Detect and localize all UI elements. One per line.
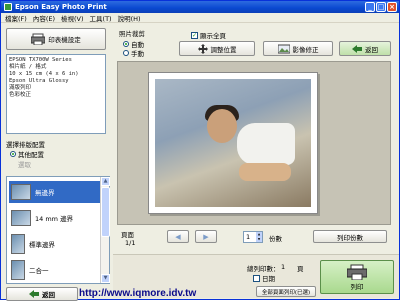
printer-setup-button[interactable]: 印表機設定 — [6, 28, 106, 50]
layout-item-borderless[interactable]: 無邊界 — [9, 181, 101, 203]
total-pages-label: 總列印數： — [247, 265, 280, 273]
photo-subject-face — [207, 109, 237, 143]
return-button[interactable]: 返回 — [339, 41, 391, 56]
radio-label: 其他配置 — [18, 151, 44, 159]
enhance-label: 影像修正 — [292, 45, 319, 54]
layout-item-label: 標準邊界 — [29, 241, 55, 249]
stepper-arrows-icon[interactable]: ▲ ▼ — [256, 232, 262, 242]
layout-thumbnail — [11, 210, 31, 226]
total-pages-unit: 頁 — [297, 265, 304, 273]
printer-icon — [31, 33, 46, 45]
back-arrow-icon — [29, 290, 39, 298]
copies-value: 1 — [246, 233, 251, 241]
back-label: 返回 — [42, 291, 55, 299]
scroll-up-icon[interactable]: ▲ — [101, 177, 110, 186]
close-button[interactable]: × — [387, 2, 397, 12]
copies-label: 份數 — [269, 235, 282, 243]
printer-icon — [347, 264, 367, 280]
layout-item-label: 14 mm 邊界 — [35, 215, 74, 223]
layout-scrollbar[interactable]: ▲ ▼ — [100, 177, 110, 283]
page-number: 1/1 — [125, 239, 136, 247]
radio-button[interactable] — [10, 151, 16, 157]
radio-label: 選取 — [18, 161, 31, 169]
return-label: 返回 — [365, 45, 378, 54]
layout-list: 無邊界 14 mm 邊界 標準邊界 二合一 ▲ ▼ — [6, 176, 110, 284]
date-checkbox-row[interactable]: 日期 — [253, 273, 275, 283]
layout-thumbnail — [11, 184, 31, 200]
layout-thumbnail — [11, 260, 25, 280]
date-checkbox[interactable] — [253, 274, 260, 282]
layout-item-14mm[interactable]: 14 mm 邊界 — [9, 207, 101, 229]
photo-enhance-icon — [277, 44, 290, 53]
fit-page-checkbox-row[interactable]: ✓ 顯示全頁 — [191, 30, 226, 40]
layout-item-label: 無邊界 — [35, 189, 55, 197]
total-pages-value: 1 — [281, 263, 286, 271]
printer-info-line: 滿版列印 — [9, 85, 32, 91]
next-page-button[interactable]: ▶ — [195, 230, 217, 243]
print-label: 列印 — [350, 282, 364, 291]
prev-page-button[interactable]: ◀ — [167, 230, 189, 243]
photo-image — [155, 79, 311, 207]
fit-page-checkbox[interactable]: ✓ — [191, 31, 198, 39]
layout-item-2up[interactable]: 二合一 — [9, 259, 101, 281]
return-arrow-icon — [352, 44, 362, 53]
page-label: 頁面 — [121, 231, 134, 239]
printer-info-line: Epson Ultra Glossy — [9, 78, 69, 84]
crop-label: 照片裁剪 — [119, 30, 145, 38]
printer-info-line: 10 x 15 cm (4 x 6 in) — [9, 71, 79, 77]
all-copies-label: 列印份數 — [337, 233, 363, 242]
copies-stepper[interactable]: 1 ▲ ▼ — [243, 231, 263, 243]
watermark-url: http://www.iqmore.idv.tw — [79, 288, 197, 299]
menu-edit[interactable]: 內容(E) — [33, 13, 55, 23]
layout-item-label: 二合一 — [29, 267, 49, 275]
scroll-thumb[interactable] — [101, 187, 110, 237]
layout-radio-select[interactable]: 選取 — [18, 159, 31, 169]
print-preview-area — [117, 61, 391, 225]
enhance-button[interactable]: 影像修正 — [263, 41, 333, 56]
maximize-button[interactable]: □ — [376, 2, 386, 12]
date-label: 日期 — [262, 275, 275, 283]
menu-tools[interactable]: 工具(T) — [90, 13, 112, 23]
app-window: Epson Easy Photo Print _ □ × 檔案(F) 內容(E)… — [0, 0, 400, 301]
print-all-pages-button[interactable]: 全部頁面列印(已選) — [256, 286, 316, 297]
print-button[interactable]: 列印 — [320, 260, 394, 294]
photo-subject-body — [237, 123, 295, 165]
crop-manual-radio[interactable]: 手動 — [123, 48, 144, 58]
layout-radio-other[interactable]: 其他配置 — [10, 149, 44, 159]
window-title: Epson Easy Photo Print — [15, 3, 107, 11]
back-button[interactable]: 返回 — [6, 287, 78, 301]
adjust-position-button[interactable]: 調整位置 — [179, 41, 255, 56]
photo-subject-leg — [239, 163, 291, 181]
left-panel: 印表機設定 EPSON TX700W Series 相片紙 / 格式 10 x … — [4, 26, 110, 301]
layout-thumbnail — [11, 234, 25, 254]
menu-view[interactable]: 檢視(V) — [61, 13, 84, 23]
printer-info-line: 色彩校正 — [9, 92, 32, 98]
printer-info-line: 相片紙 / 格式 — [9, 64, 47, 70]
printer-info-line: EPSON TX700W Series — [9, 57, 72, 63]
scroll-down-icon[interactable]: ▼ — [101, 274, 110, 283]
radio-button[interactable] — [123, 41, 129, 47]
fit-page-label: 顯示全頁 — [200, 32, 226, 40]
radio-label: 手動 — [131, 50, 144, 58]
menu-bar: 檔案(F) 內容(E) 檢視(V) 工具(T) 說明(H) — [1, 13, 399, 23]
all-copies-button[interactable]: 列印份數 — [313, 230, 387, 243]
title-bar: Epson Easy Photo Print _ □ × — [1, 1, 399, 13]
app-icon — [4, 3, 12, 11]
printer-info-box: EPSON TX700W Series 相片紙 / 格式 10 x 15 cm … — [6, 54, 106, 134]
layout-section-label: 選擇排版配置 — [6, 141, 45, 149]
layout-item-standard[interactable]: 標準邊界 — [9, 233, 101, 255]
photo-preview[interactable] — [148, 72, 318, 214]
printer-setup-label: 印表機設定 — [48, 36, 81, 44]
menu-file[interactable]: 檔案(F) — [5, 13, 27, 23]
radio-button[interactable] — [123, 50, 129, 56]
print-all-label: 全部頁面列印(已選) — [261, 289, 311, 296]
menu-help[interactable]: 說明(H) — [118, 13, 141, 23]
adjust-position-label: 調整位置 — [210, 45, 237, 54]
move-icon — [197, 43, 208, 54]
minimize-button[interactable]: _ — [365, 2, 375, 12]
